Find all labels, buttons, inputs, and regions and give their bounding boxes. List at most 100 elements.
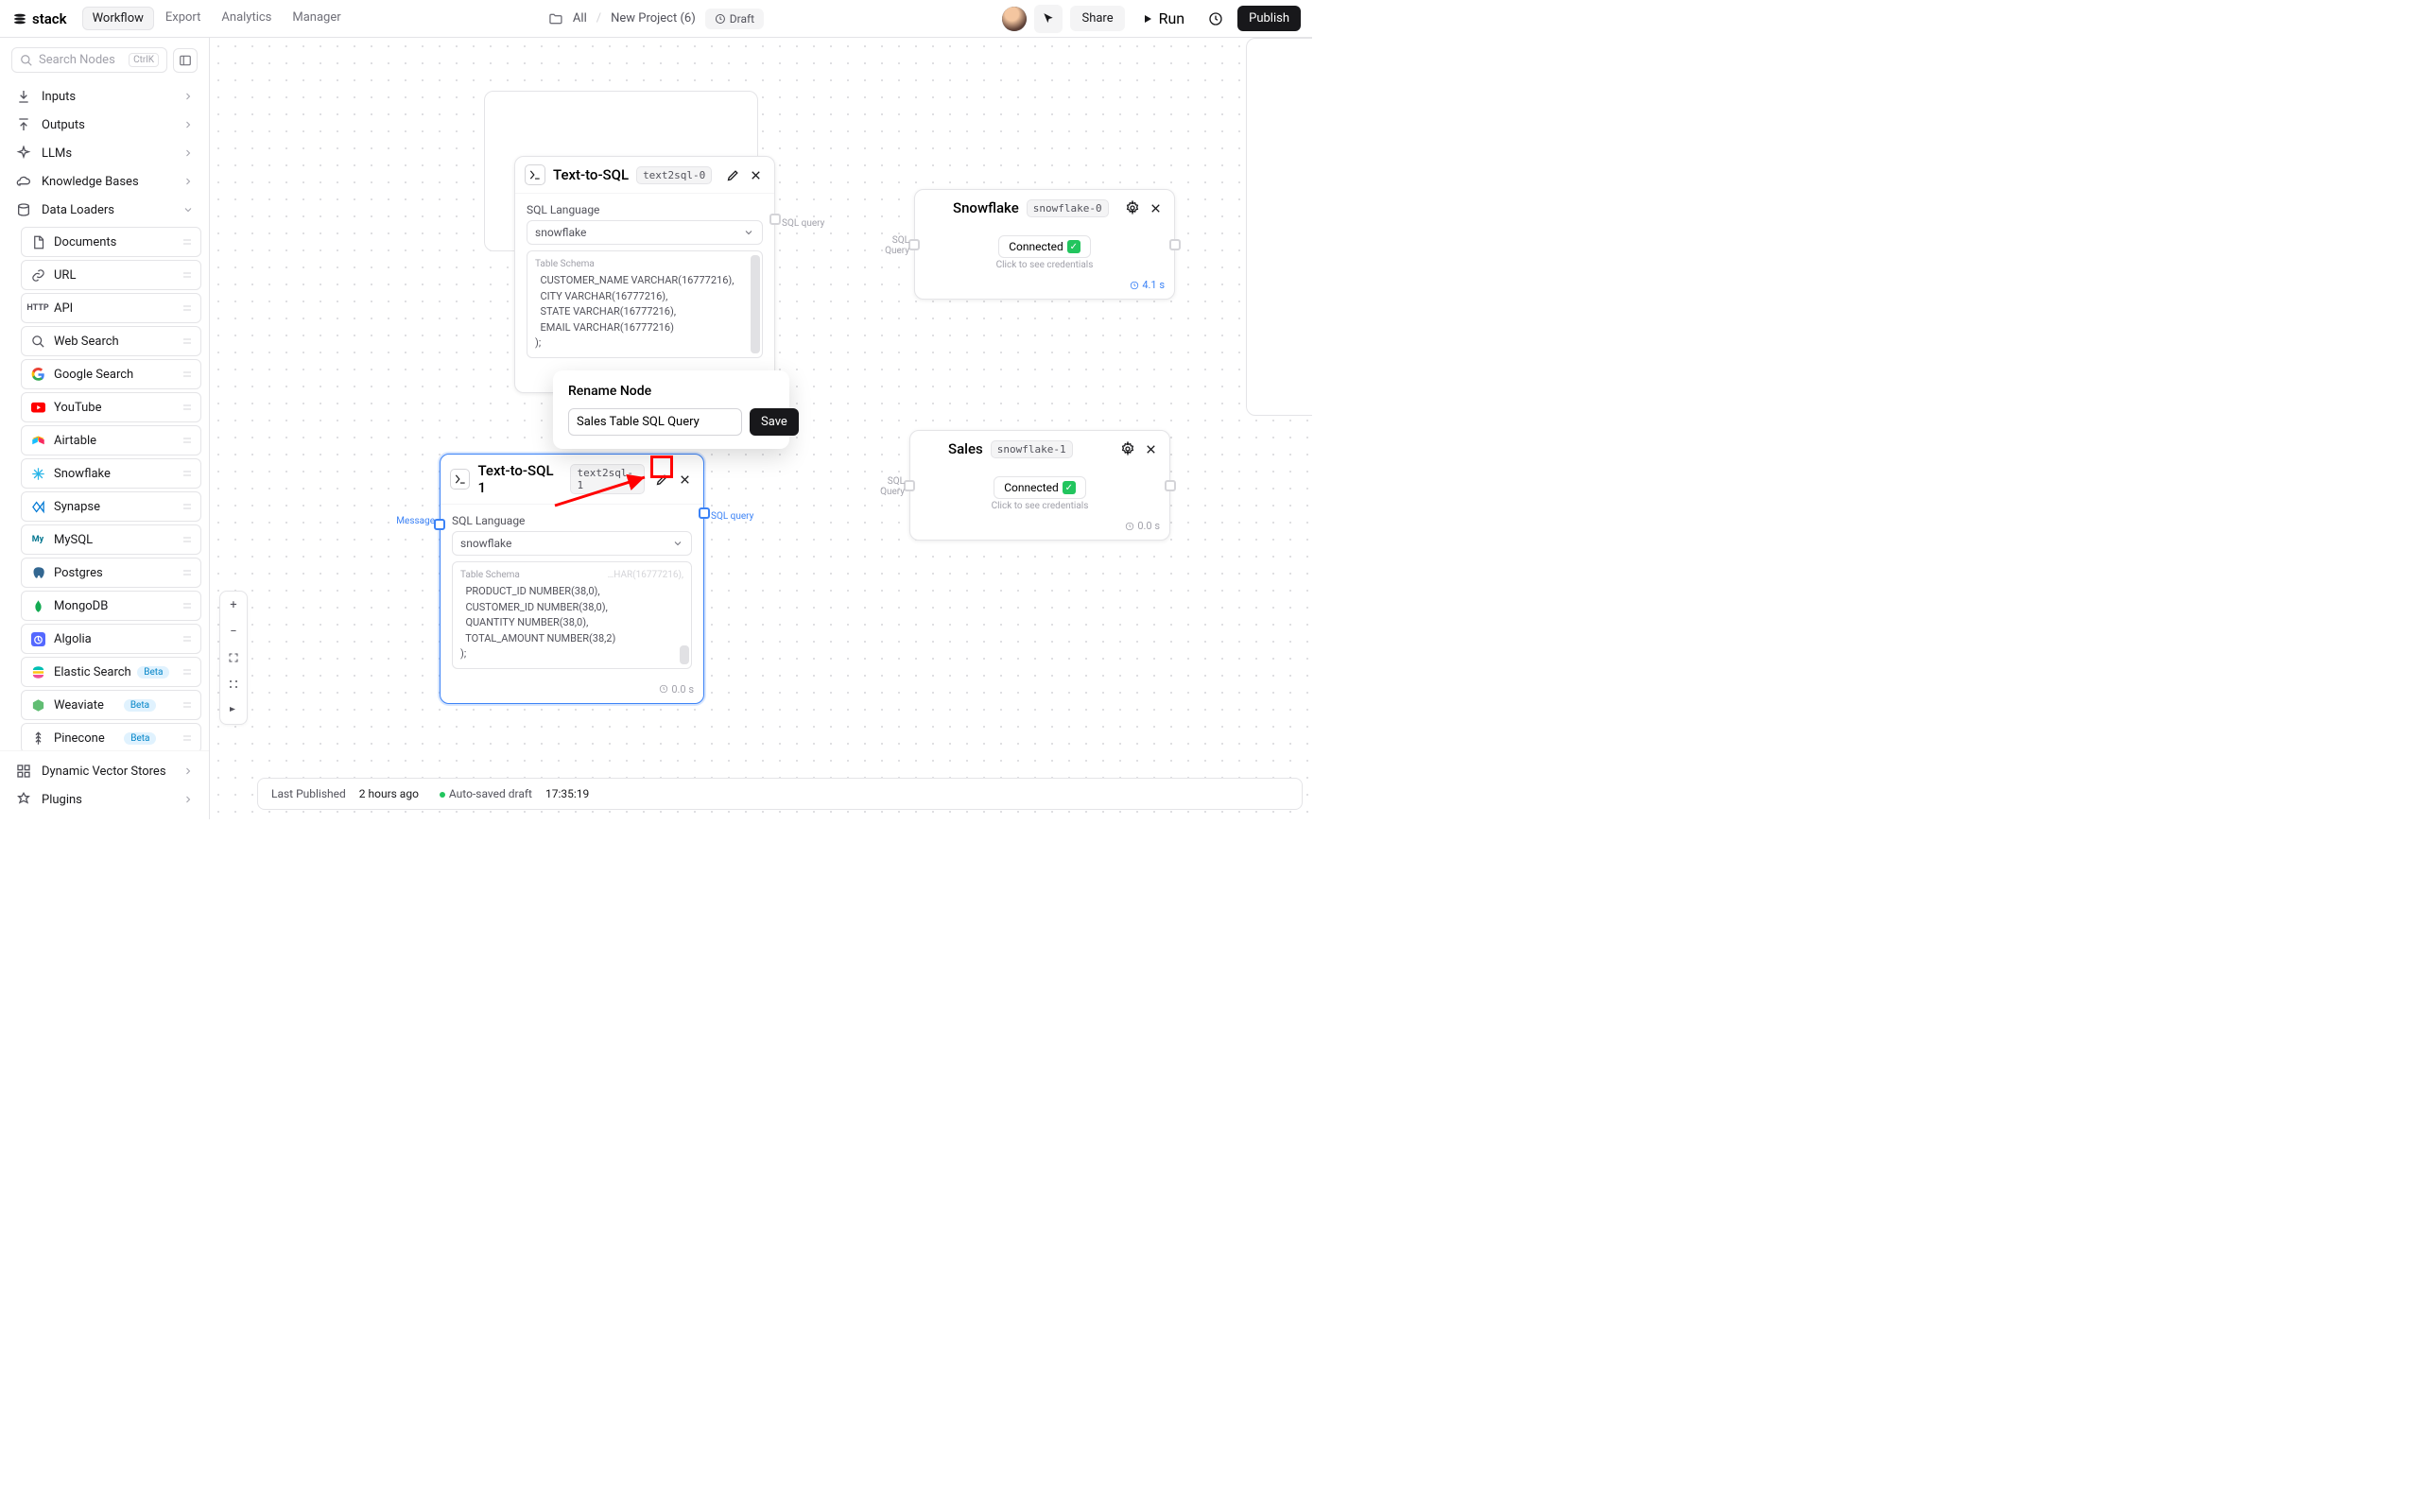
drag-handle-icon[interactable] [182,501,193,512]
sidebar-item-url[interactable]: URL [21,260,201,290]
nav-llms[interactable]: LLMs [8,139,201,167]
sidebar-item-elastic-search[interactable]: Elastic SearchBeta [21,657,201,687]
zoom-map[interactable] [220,697,247,724]
sidebar-item-api[interactable]: HTTPAPI [21,293,201,323]
lang-select[interactable]: snowflake [527,220,763,245]
beta-badge: Beta [124,732,156,745]
port-in[interactable] [904,480,915,491]
port-label: Message [396,516,435,526]
drag-handle-icon[interactable] [182,435,193,446]
sidebar-item-pinecone[interactable]: PineconeBeta [21,723,201,750]
download-icon [16,89,31,104]
zoom-fit[interactable] [220,644,247,671]
zoom-grid[interactable] [220,671,247,697]
port-out[interactable] [699,507,710,519]
nav-inputs[interactable]: Inputs [8,82,201,111]
drag-handle-icon[interactable] [182,567,193,578]
close-node-button[interactable] [1146,198,1165,217]
drag-handle-icon[interactable] [182,335,193,347]
chevron-right-icon [182,119,194,130]
logo[interactable]: stack [11,10,67,27]
sidebar-item-label: Documents [54,235,116,249]
drag-handle-icon[interactable] [182,269,193,281]
port-out[interactable] [769,214,781,225]
sidebar-item-airtable[interactable]: Airtable [21,425,201,455]
settings-button[interactable] [1123,198,1142,217]
tab-export[interactable]: Export [156,7,211,30]
draft-badge[interactable]: Draft [705,9,764,29]
node-downstream-hidden[interactable] [1246,38,1312,416]
close-node-button[interactable] [675,470,694,489]
rename-input[interactable] [568,408,742,436]
port-out[interactable] [1169,239,1181,250]
sidebar-item-web-search[interactable]: Web Search [21,326,201,356]
sidebar-item-postgres[interactable]: Postgres [21,558,201,588]
sidebar-item-mongodb[interactable]: MongoDB [21,591,201,621]
node-text-to-sql-0[interactable]: Text-to-SQL text2sql-0 SQL Language snow… [514,156,775,393]
schema-textarea[interactable]: Table Schema…HAR(16777216), PRODUCT_ID N… [452,561,692,669]
drag-handle-icon[interactable] [182,633,193,644]
edit-node-button[interactable] [723,165,742,184]
status-bar: Last Published 2 hours ago Auto-saved dr… [257,778,1303,810]
cursor-button[interactable] [1034,5,1063,33]
search-input[interactable]: Search Nodes CtrlK [11,47,167,73]
tab-analytics[interactable]: Analytics [212,7,281,30]
drag-handle-icon[interactable] [182,732,193,744]
nav-dynamic-vector-stores[interactable]: Dynamic Vector Stores [8,757,201,785]
drag-handle-icon[interactable] [182,666,193,678]
drag-handle-icon[interactable] [182,534,193,545]
clock-button[interactable] [1201,5,1230,33]
sidebar-item-label: Algolia [54,632,92,646]
close-node-button[interactable] [746,165,765,184]
nav-data-loaders[interactable]: Data Loaders [8,196,201,224]
drag-handle-icon[interactable] [182,236,193,248]
drag-handle-icon[interactable] [182,699,193,711]
run-button[interactable]: Run [1132,5,1195,33]
zoom-in[interactable]: + [220,592,247,618]
sidebar-item-google-search[interactable]: Google Search [21,359,201,389]
tab-workflow[interactable]: Workflow [82,7,154,30]
breadcrumb-folder[interactable]: All [573,11,587,26]
lang-select[interactable]: snowflake [452,531,692,556]
schema-textarea[interactable]: Table Schema CUSTOMER_NAME VARCHAR(16777… [527,250,763,358]
settings-button[interactable] [1118,439,1137,458]
avatar[interactable] [1002,7,1027,31]
publish-button[interactable]: Publish [1237,6,1301,31]
rename-save-button[interactable]: Save [750,408,799,436]
snowflake-icon [920,438,941,459]
sidebar-item-snowflake[interactable]: Snowflake [21,458,201,489]
clock-icon [1125,522,1134,531]
node-snowflake-0[interactable]: Snowflake snowflake-0 Connected✓ Click t… [914,189,1175,300]
connection-badge[interactable]: Connected✓ [994,476,1086,499]
share-button[interactable]: Share [1070,6,1124,31]
sidebar-item-algolia[interactable]: Algolia [21,624,201,654]
node-snowflake-1[interactable]: Sales snowflake-1 Connected✓ Click to se… [909,430,1170,541]
nav-knowledge-bases[interactable]: Knowledge Bases [8,167,201,196]
drag-handle-icon[interactable] [182,402,193,413]
sidebar-item-documents[interactable]: Documents [21,227,201,257]
zoom-out[interactable]: − [220,618,247,644]
breadcrumb-project[interactable]: New Project (6) [611,11,696,26]
canvas[interactable]: Message Text-to-SQL text2sql-0 SQL Langu… [210,38,1312,819]
close-node-button[interactable] [1141,439,1160,458]
drag-handle-icon[interactable] [182,369,193,380]
drag-handle-icon[interactable] [182,600,193,611]
drag-handle-icon[interactable] [182,302,193,314]
sidebar-item-label: MySQL [54,533,93,547]
port-in[interactable] [434,519,445,530]
drag-handle-icon[interactable] [182,468,193,479]
connection-badge[interactable]: Connected✓ [998,235,1091,258]
sidebar-item-synapse[interactable]: Synapse [21,491,201,522]
sidebar-item-youtube[interactable]: YouTube [21,392,201,422]
sidebar-item-weaviate[interactable]: WeaviateBeta [21,690,201,720]
nav-outputs[interactable]: Outputs [8,111,201,139]
sidebar-item-mysql[interactable]: MyMySQL [21,524,201,555]
port-out[interactable] [1165,480,1176,491]
collapse-sidebar-button[interactable] [173,48,198,73]
sidebar-item-label: MongoDB [54,599,108,613]
scrollbar[interactable] [680,645,689,664]
nav-plugins[interactable]: Plugins [8,785,201,814]
tab-manager[interactable]: Manager [283,7,350,30]
port-in[interactable] [908,239,920,250]
scrollbar[interactable] [751,255,760,353]
